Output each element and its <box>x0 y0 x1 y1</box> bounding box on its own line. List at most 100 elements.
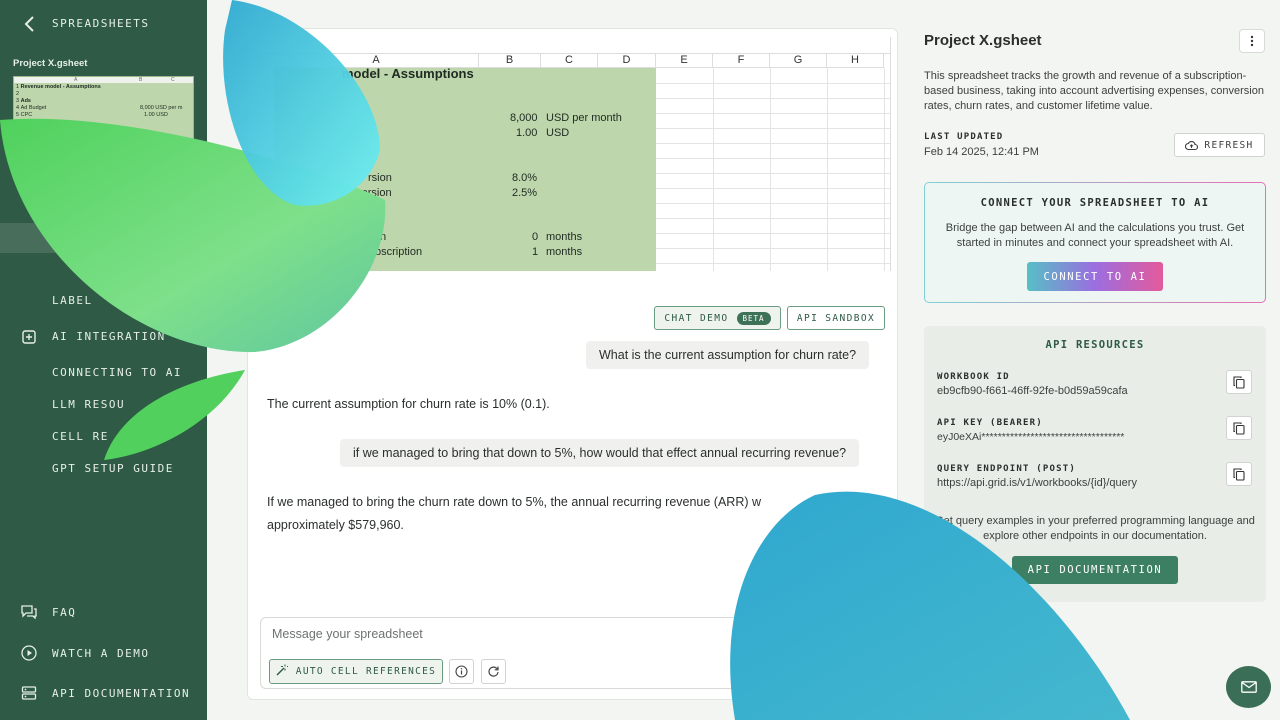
more-options-button[interactable] <box>1239 29 1265 53</box>
tab-chat-demo[interactable]: CHAT DEMO BETA <box>654 306 781 330</box>
column-header[interactable]: H <box>827 54 884 68</box>
cell-unit: USD <box>546 127 570 139</box>
thumb-rownum: 4 <box>16 105 20 111</box>
endpoint-value: https://api.grid.is/v1/workbooks/{id}/qu… <box>937 477 1137 489</box>
user-message: What is the current assumption for churn… <box>586 341 870 369</box>
auto-cell-references-label: AUTO CELL REFERENCES <box>295 666 437 677</box>
sidebar-item-gpt-setup-guide[interactable]: GPT SETUP GUIDE <box>52 462 174 475</box>
connect-ai-heading: CONNECT YOUR SPREADSHEET TO AI <box>980 197 1210 209</box>
thumb-cell: 2.5% <box>140 143 153 149</box>
connect-ai-text: Bridge the gap between AI and the calcul… <box>945 222 1245 249</box>
cell-label: stration <box>350 231 387 243</box>
cell-label: rsion <box>368 172 392 184</box>
thumb-cell: 8.0% <box>140 136 153 142</box>
sidebar-selected-item[interactable] <box>0 223 207 253</box>
spreadsheet-preview[interactable]: A B C D E F G H model - Assumptions 8,00… <box>258 37 891 271</box>
column-header[interactable]: F <box>713 54 770 68</box>
thumb-row: 1 Revenue model - Assumptions <box>16 84 101 90</box>
api-key-value: eyJ0eXAi********************************… <box>937 431 1125 443</box>
project-name[interactable]: Project X.gsheet <box>13 58 87 69</box>
sidebar: SPREADSHEETS Project X.gsheet A B C 1 Re… <box>0 0 207 720</box>
message-input[interactable]: Message your spreadsheet <box>272 627 423 641</box>
sidebar-item-connecting-to-ai[interactable]: CONNECTING TO AI <box>52 366 182 379</box>
column-header[interactable]: D <box>598 54 656 68</box>
api-resources-card: API RESOURCES WORKBOOK ID eb9cfb90-f661-… <box>924 326 1266 602</box>
cell-label: nversion <box>350 187 392 199</box>
column-header[interactable]: E <box>656 54 713 68</box>
contact-button[interactable] <box>1226 666 1271 708</box>
api-docs-note: Get query examples in your preferred pro… <box>935 515 1255 542</box>
auto-cell-references-button[interactable]: AUTO CELL REFERENCES <box>269 659 443 684</box>
cell-ad-budget: 8,000 <box>510 112 538 124</box>
sidebar-item-label[interactable]: LABEL <box>52 294 93 307</box>
faq-icon <box>21 604 37 620</box>
tab-api-sandbox[interactable]: API SANDBOX <box>787 306 885 330</box>
copy-api-key-button[interactable] <box>1226 416 1252 440</box>
thumb-rownum: 2 <box>16 91 20 97</box>
thumbnail-header: A B C <box>14 77 193 83</box>
api-key-label: API KEY (BEARER) <box>937 418 1043 428</box>
cell-section: Conversion <box>278 217 339 229</box>
message-composer[interactable]: Message your spreadsheet AUTO CELL REFER… <box>260 617 886 689</box>
play-icon <box>21 645 37 661</box>
thumb-col: B <box>139 77 143 83</box>
sidebar-item-faq[interactable]: FAQ <box>52 606 76 619</box>
refresh-icon <box>488 666 499 677</box>
sidebar-item-api-documentation[interactable]: API DOCUMENTATION <box>52 687 190 700</box>
info-button[interactable] <box>449 659 474 684</box>
assumptions-range[interactable] <box>274 68 656 271</box>
sidebar-item-llm-resources[interactable]: LLM RESOU <box>52 398 125 411</box>
sidebar-item-watch-demo[interactable]: WATCH A DEMO <box>52 647 149 660</box>
last-updated-label: LAST UPDATED <box>924 132 1004 142</box>
ai-message: If we managed to bring the churn rate do… <box>267 491 761 537</box>
ai-message-line: approximately $579,960. <box>267 518 404 532</box>
workbook-id-label: WORKBOOK ID <box>937 372 1010 382</box>
thumb-col: C <box>171 77 175 83</box>
details-title: Project X.gsheet <box>924 32 1042 49</box>
api-documentation-button[interactable]: API DOCUMENTATION <box>1012 556 1178 584</box>
sheet-title-cell: model - Assumptions <box>342 66 474 81</box>
row-number: 8 <box>262 173 268 184</box>
back-arrow-icon[interactable] <box>20 14 40 34</box>
column-header[interactable]: C <box>541 54 598 68</box>
sheet-toolbar <box>258 37 890 54</box>
sidebar-title: SPREADSHEETS <box>52 17 150 30</box>
cell-value: 8.0% <box>512 172 538 184</box>
cell-value: 2.5% <box>512 187 538 199</box>
server-icon <box>21 685 37 701</box>
magic-wand-icon <box>276 664 289 679</box>
thumb-cell: Revenue model - Assumptions <box>20 84 101 90</box>
api-resources-heading: API RESOURCES <box>1045 339 1145 351</box>
kebab-icon <box>1250 35 1254 47</box>
refresh-button[interactable]: REFRESH <box>1174 133 1265 157</box>
thumb-cell: Ad Budget <box>20 105 47 111</box>
refresh-label: REFRESH <box>1204 139 1254 151</box>
spreadsheet-thumbnail[interactable]: A B C 1 Revenue model - Assumptions 2 3 … <box>13 76 194 156</box>
workbook-id-value: eb9cfb90-f661-46ff-92fe-b0d59a59cafa <box>937 385 1128 397</box>
connect-ai-card: CONNECT YOUR SPREADSHEET TO AI Bridge th… <box>924 182 1266 303</box>
sidebar-item-ai-integration[interactable]: AI INTEGRATION <box>52 330 166 343</box>
thumb-rownum: 5 <box>16 112 20 118</box>
thumb-rownum: 1 <box>16 84 20 90</box>
cell-unit: months <box>546 246 583 258</box>
column-header[interactable]: G <box>770 54 827 68</box>
column-header[interactable]: B <box>479 54 541 68</box>
connect-to-ai-button[interactable]: CONNECT TO AI <box>1027 262 1163 291</box>
cell-value: 0 <box>532 231 539 243</box>
last-updated-value: Feb 14 2025, 12:41 PM <box>924 146 1039 158</box>
cloud-refresh-icon <box>1185 140 1199 150</box>
reset-button[interactable] <box>481 659 506 684</box>
row-number: 9 <box>262 188 268 199</box>
mail-icon <box>1240 681 1257 693</box>
thumb-row: 5 CPC 1.00 USD <box>16 112 193 118</box>
copy-icon <box>1233 467 1245 481</box>
copy-workbook-id-button[interactable] <box>1226 370 1252 394</box>
thumb-rownum: 3 <box>16 98 20 104</box>
copy-endpoint-button[interactable] <box>1226 462 1252 486</box>
copy-icon <box>1233 421 1245 435</box>
sidebar-item-cell-references[interactable]: CELL RE <box>52 430 109 443</box>
row-number: 10 <box>259 203 271 214</box>
row-number: 11 <box>259 218 271 229</box>
ai-message-line: If we managed to bring the churn rate do… <box>267 495 762 509</box>
thumb-row: 3 Ads <box>16 98 31 104</box>
